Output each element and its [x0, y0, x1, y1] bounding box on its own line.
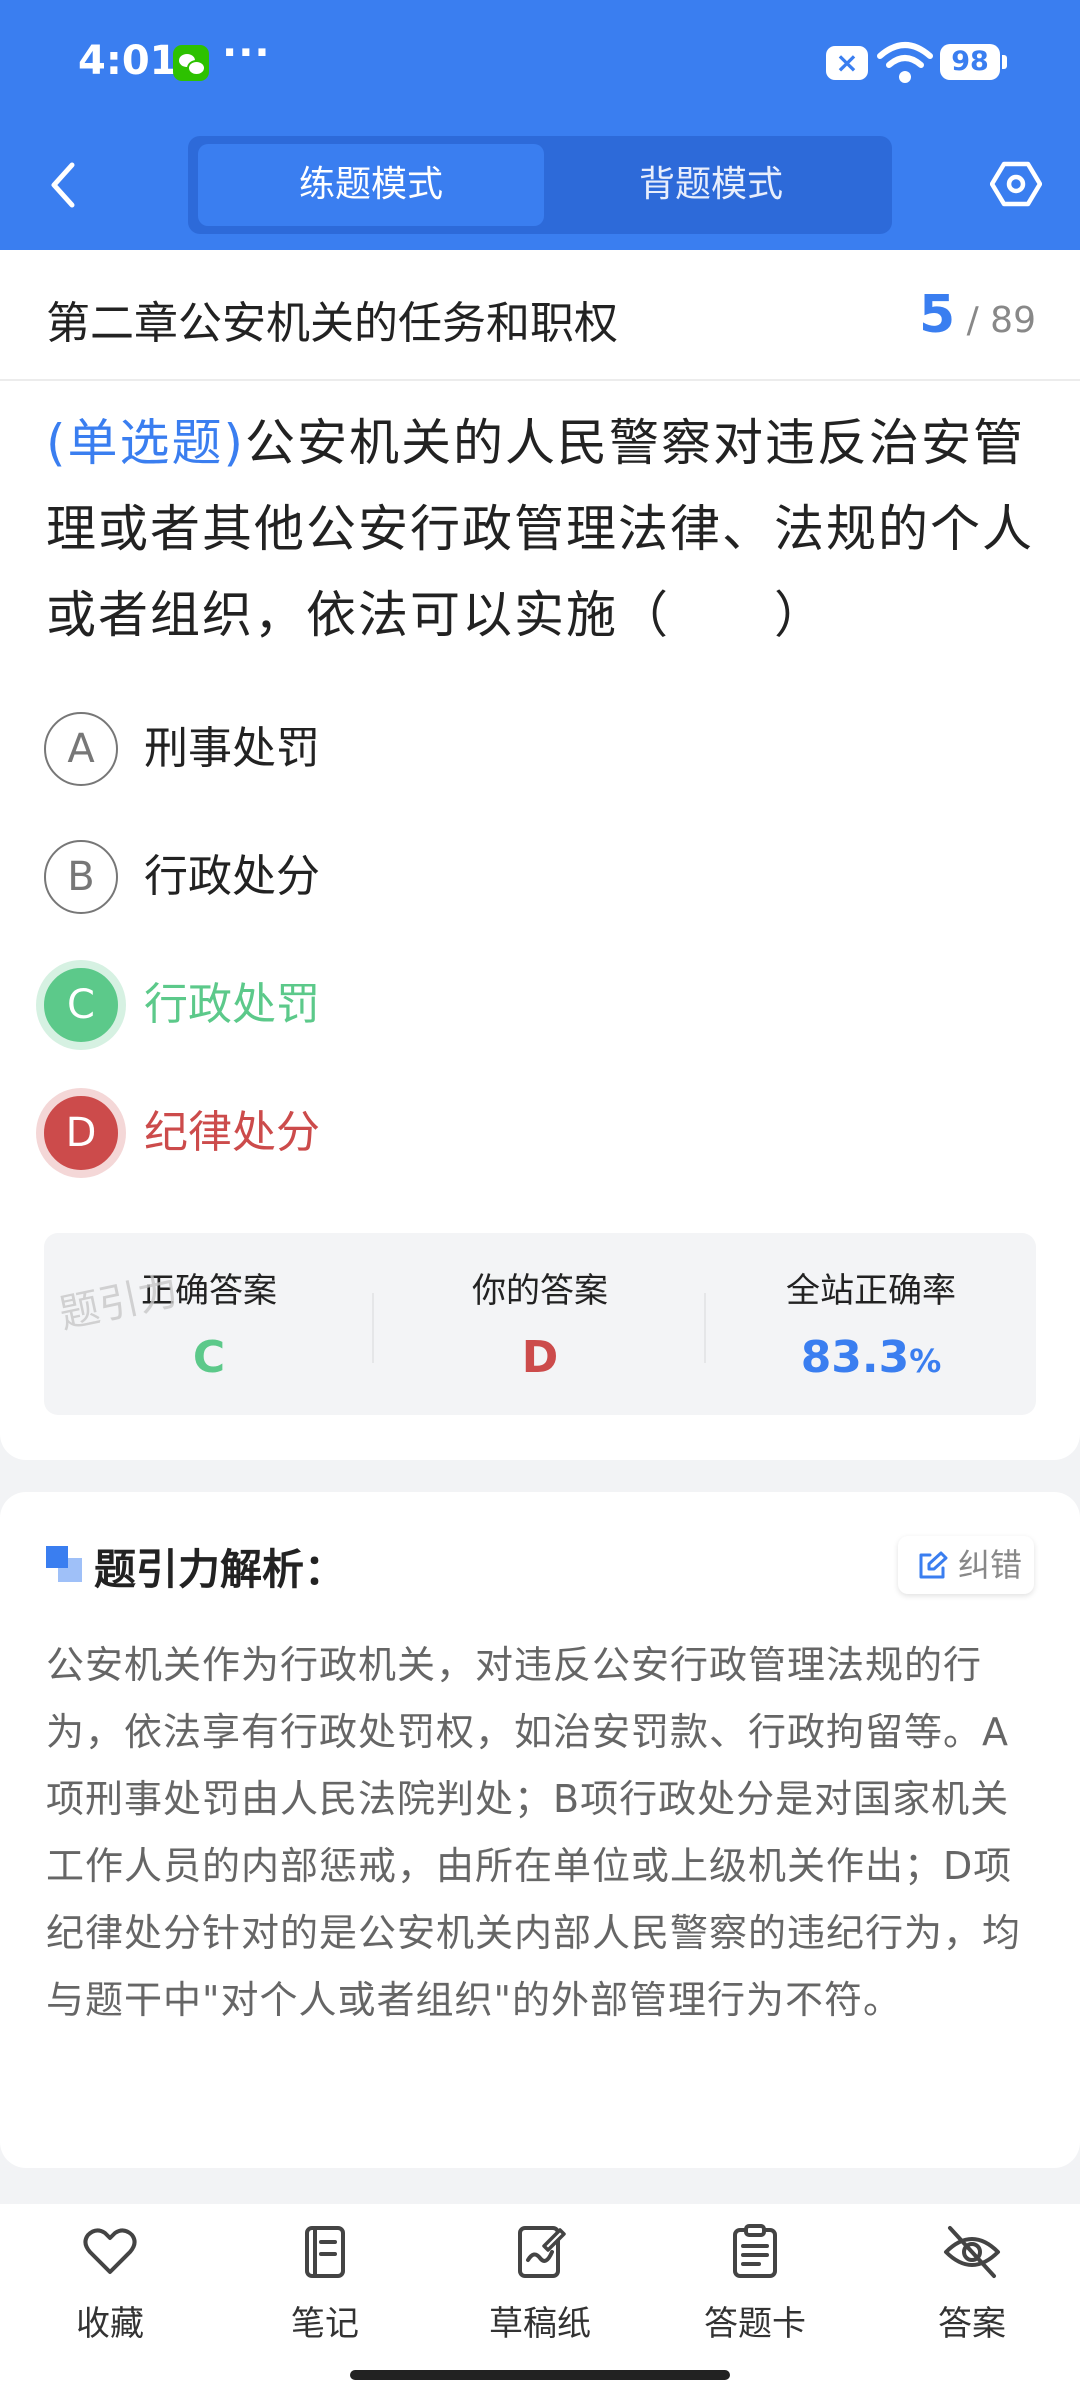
notes-label: 笔记	[291, 2304, 359, 2344]
answer-summary: 正确答案 C 你的答案 D 全站正确率 83.3%	[44, 1233, 1036, 1415]
app-header: 4:01 ··· × 98 练题模式 背题模式	[0, 0, 1080, 250]
heart-icon	[83, 2228, 137, 2274]
more-notifications-icon: ···	[222, 30, 271, 76]
total-questions: / 89	[966, 300, 1036, 341]
scratch-paper-label: 草稿纸	[489, 2304, 591, 2344]
report-error-button[interactable]: 纠错	[898, 1536, 1034, 1594]
favorite-button[interactable]: 收藏	[30, 2222, 190, 2345]
status-time: 4:01	[78, 38, 178, 84]
status-bar: 4:01 ··· × 98	[0, 0, 1080, 125]
tab-practice-mode[interactable]: 练题模式	[198, 144, 544, 226]
analysis-title: 题引力解析：	[94, 1545, 347, 1594]
answer-sheet-button[interactable]: 答题卡	[675, 2222, 835, 2345]
eye-off-icon	[944, 2226, 1000, 2278]
divider	[372, 1293, 374, 1363]
scratch-pad-icon	[518, 2226, 566, 2278]
option-text: 行政处罚	[144, 979, 320, 1030]
question-type-label: (单选题)	[46, 414, 246, 472]
mode-switch: 练题模式 背题模式	[188, 136, 892, 234]
scratch-paper-button[interactable]: 草稿纸	[460, 2222, 620, 2345]
accuracy-column: 全站正确率 83.3%	[706, 1263, 1036, 1383]
show-answer-label: 答案	[938, 2304, 1006, 2344]
wechat-icon	[173, 45, 209, 81]
current-question-number: 5	[918, 285, 956, 345]
analysis-text: 公安机关作为行政机关，对违反公安行政管理法规的行为，依法享有行政处罚权，如治安罚…	[46, 1643, 1022, 2022]
back-arrow-icon[interactable]	[40, 155, 90, 215]
analysis-squares-icon	[46, 1546, 82, 1582]
question-stem: (单选题)公安机关的人民警察对违反治安管理或者其他公安行政管理法律、法规的个人或…	[46, 400, 1036, 658]
option-letter: A	[44, 712, 118, 786]
option-letter: D	[44, 1096, 118, 1170]
your-answer-column: 你的答案 D	[375, 1263, 705, 1383]
settings-hexagon-icon[interactable]	[990, 158, 1042, 210]
site-accuracy-value: 83.3%	[706, 1332, 1036, 1383]
option-letter: C	[44, 968, 118, 1042]
notebook-icon	[305, 2226, 345, 2278]
wifi-icon	[877, 42, 933, 83]
option-text: 行政处分	[144, 851, 320, 902]
question-progress: 5 / 89	[919, 285, 1036, 345]
option-text: 刑事处罚	[144, 723, 320, 774]
battery-indicator: 98	[940, 44, 1007, 80]
chapter-title: 第二章公安机关的任务和职权	[46, 298, 618, 349]
site-accuracy-label: 全站正确率	[786, 1271, 956, 1311]
percent-sign: %	[909, 1342, 942, 1380]
report-error-label: 纠错	[958, 1546, 1023, 1584]
sim-blocked-icon: ×	[826, 46, 868, 80]
answer-sheet-label: 答题卡	[704, 2304, 806, 2344]
your-answer-value: D	[521, 1332, 559, 1383]
your-answer-label: 你的答案	[472, 1271, 608, 1311]
notes-button[interactable]: 笔记	[245, 2222, 405, 2345]
show-answer-button[interactable]: 答案	[892, 2222, 1052, 2345]
home-indicator[interactable]	[350, 2370, 730, 2380]
option-text: 纪律处分	[144, 1107, 320, 1158]
clipboard-icon	[733, 2224, 777, 2278]
site-accuracy-number: 83.3	[800, 1332, 910, 1383]
correct-answer-value: C	[192, 1332, 226, 1383]
favorite-label: 收藏	[76, 2304, 144, 2344]
tab-memorize-mode[interactable]: 背题模式	[538, 144, 884, 226]
divider	[0, 379, 1080, 381]
option-letter: B	[44, 840, 118, 914]
edit-icon	[919, 1551, 948, 1579]
